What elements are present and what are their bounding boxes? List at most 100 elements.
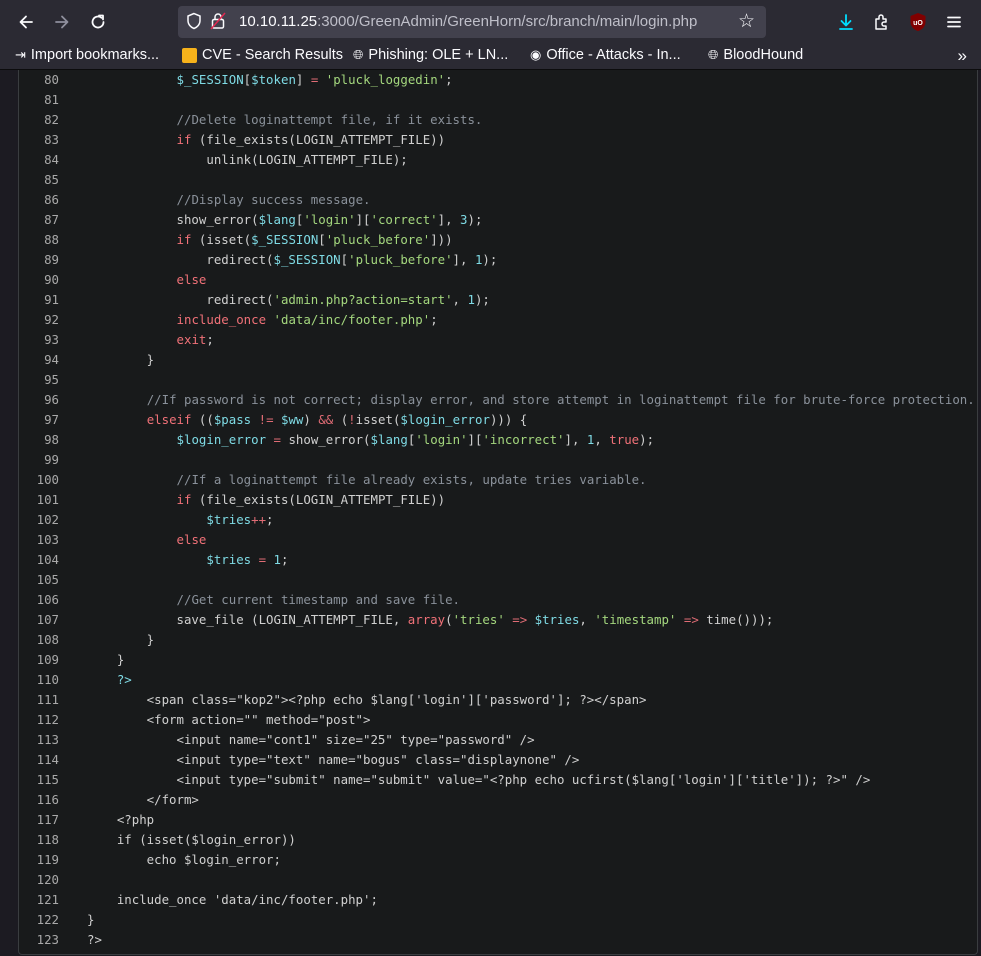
line-number[interactable]: 117: [19, 810, 59, 830]
code-token: $tries: [206, 512, 252, 527]
line-number[interactable]: 87: [19, 210, 59, 230]
line-number[interactable]: 115: [19, 770, 59, 790]
line-number[interactable]: 91: [19, 290, 59, 310]
code-token: }: [87, 652, 125, 667]
extensions-icon[interactable]: [868, 8, 896, 36]
code-token: );: [474, 292, 490, 307]
line-number[interactable]: 94: [19, 350, 59, 370]
line-number[interactable]: 118: [19, 830, 59, 850]
reload-button[interactable]: [84, 8, 112, 36]
line-number[interactable]: 85: [19, 170, 59, 190]
code-token: );: [639, 432, 655, 447]
downloads-icon[interactable]: [832, 8, 860, 36]
bookmark-cve-search[interactable]: CVE - Search Results: [182, 47, 343, 63]
bookmark-star-icon[interactable]: ☆: [738, 10, 755, 33]
code-line: 82 //Delete loginattempt file, if it exi…: [19, 110, 959, 130]
bookmark-import[interactable]: ⇥ Import bookmarks...: [15, 47, 159, 63]
bookmark-office-attacks[interactable]: ◉ Office - Attacks - In...: [530, 47, 681, 63]
code-line: 104 $tries = 1;: [19, 550, 959, 570]
line-number[interactable]: 123: [19, 930, 59, 950]
line-number[interactable]: 110: [19, 670, 59, 690]
line-number[interactable]: 93: [19, 330, 59, 350]
code-token: ?>: [87, 932, 102, 947]
code-token: if: [176, 232, 192, 247]
code-text: if (file_exists(LOGIN_ATTEMPT_FILE)): [87, 490, 446, 510]
line-number[interactable]: 84: [19, 150, 59, 170]
code-line: 99: [19, 450, 959, 470]
code-text: ?>: [87, 930, 102, 950]
code-token: ],: [452, 252, 475, 267]
url-text[interactable]: 10.10.11.25:3000/GreenAdmin/GreenHorn/sr…: [239, 13, 697, 30]
bookmark-phishing[interactable]: 🌐︎ Phishing: OLE + LN...: [353, 47, 508, 63]
line-number[interactable]: 106: [19, 590, 59, 610]
line-number[interactable]: 122: [19, 910, 59, 930]
line-number[interactable]: 101: [19, 490, 59, 510]
menu-hamburger-icon[interactable]: [940, 8, 968, 36]
code-text: <?php: [87, 810, 154, 830]
line-number[interactable]: 112: [19, 710, 59, 730]
line-number[interactable]: 99: [19, 450, 59, 470]
line-number[interactable]: 83: [19, 130, 59, 150]
address-bar[interactable]: 10.10.11.25:3000/GreenAdmin/GreenHorn/sr…: [178, 6, 766, 38]
forward-button[interactable]: [48, 8, 76, 36]
code-token: save_file (LOGIN_ATTEMPT_FILE,: [87, 612, 408, 627]
code-line: 108 }: [19, 630, 959, 650]
line-number[interactable]: 86: [19, 190, 59, 210]
bookmark-bloodhound[interactable]: 🌐︎ BloodHound: [708, 47, 803, 63]
code-token: ],: [564, 432, 587, 447]
code-text: redirect('admin.php?action=start', 1);: [87, 290, 490, 310]
code-token: [: [318, 232, 326, 247]
line-number[interactable]: 81: [19, 90, 59, 110]
line-number[interactable]: 114: [19, 750, 59, 770]
code-line: 92 include_once 'data/inc/footer.php';: [19, 310, 959, 330]
code-text: if (isset($_SESSION['pluck_before'])): [87, 230, 453, 250]
code-token: }: [87, 352, 155, 367]
line-number[interactable]: 95: [19, 370, 59, 390]
line-number[interactable]: 103: [19, 530, 59, 550]
line-number[interactable]: 97: [19, 410, 59, 430]
code-text: $tries = 1;: [87, 550, 288, 570]
line-number[interactable]: 89: [19, 250, 59, 270]
code-token: $token: [251, 72, 296, 87]
line-number[interactable]: 82: [19, 110, 59, 130]
line-number[interactable]: 116: [19, 790, 59, 810]
line-number[interactable]: 102: [19, 510, 59, 530]
line-number[interactable]: 108: [19, 630, 59, 650]
line-number[interactable]: 88: [19, 230, 59, 250]
line-number[interactable]: 120: [19, 870, 59, 890]
code-line: 106 //Get current timestamp and save fil…: [19, 590, 959, 610]
line-number[interactable]: 104: [19, 550, 59, 570]
line-number[interactable]: 113: [19, 730, 59, 750]
code-token: ,: [594, 432, 610, 447]
bookmarks-overflow-chevron-icon[interactable]: »: [958, 46, 967, 66]
line-number[interactable]: 107: [19, 610, 59, 630]
line-number[interactable]: 109: [19, 650, 59, 670]
line-number[interactable]: 80: [19, 70, 59, 90]
code-token: !=: [258, 412, 274, 427]
line-number[interactable]: 111: [19, 690, 59, 710]
code-line: 95: [19, 370, 959, 390]
line-number[interactable]: 100: [19, 470, 59, 490]
line-number[interactable]: 90: [19, 270, 59, 290]
bookmark-label: Import bookmarks...: [30, 47, 160, 63]
line-number[interactable]: 105: [19, 570, 59, 590]
code-line: 112 <form action="" method="post">: [19, 710, 959, 730]
line-number[interactable]: 121: [19, 890, 59, 910]
code-line: 80 $_SESSION[$token] = 'pluck_loggedin';: [19, 70, 959, 90]
back-button[interactable]: [12, 8, 40, 36]
line-number[interactable]: 119: [19, 850, 59, 870]
insecure-lock-icon[interactable]: [210, 12, 226, 33]
bookmark-label: Phishing: OLE + LN...: [368, 47, 509, 63]
tracking-protection-icon[interactable]: [186, 12, 202, 34]
ublock-origin-icon[interactable]: uO: [904, 8, 932, 36]
code-text: if (isset($login_error)): [87, 830, 296, 850]
line-number[interactable]: 92: [19, 310, 59, 330]
line-number[interactable]: 98: [19, 430, 59, 450]
line-number[interactable]: 96: [19, 390, 59, 410]
